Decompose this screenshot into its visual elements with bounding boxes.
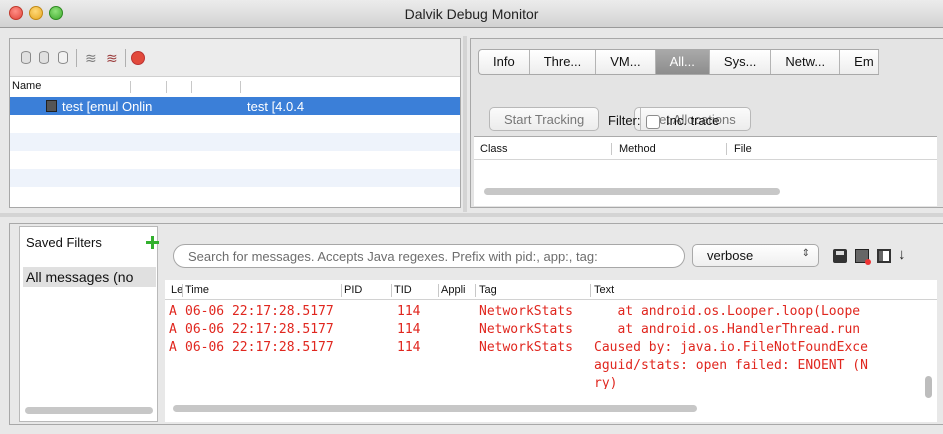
log-row[interactable]: A 06-06 22:17:28.5177 114 NetworkStats a… bbox=[165, 322, 937, 340]
device-target: test [4.0.4 bbox=[247, 99, 305, 114]
tab-info[interactable]: Info bbox=[479, 50, 530, 74]
log-time: 06-06 22:17:28.5177 bbox=[185, 322, 334, 337]
column-class[interactable]: Class bbox=[480, 143, 508, 158]
add-filter-icon[interactable] bbox=[146, 236, 159, 249]
column-divider bbox=[438, 284, 439, 297]
log-level: A bbox=[169, 322, 177, 337]
start-tracking-button[interactable]: Start Tracking bbox=[489, 107, 600, 131]
column-divider bbox=[726, 143, 727, 155]
log-pid: 114 bbox=[397, 340, 421, 355]
column-divider bbox=[590, 284, 591, 297]
device-row[interactable]: test [emul Onlin test [4.0.4 bbox=[10, 97, 460, 115]
toolbar-divider bbox=[125, 49, 126, 67]
column-tid[interactable]: TID bbox=[394, 284, 412, 296]
database-gc-icon[interactable] bbox=[58, 51, 68, 64]
filter-divider bbox=[640, 108, 641, 130]
horizontal-scrollbar[interactable] bbox=[173, 405, 697, 412]
column-file[interactable]: File bbox=[734, 143, 752, 158]
vertical-scrollbar[interactable] bbox=[925, 376, 932, 398]
horizontal-splitter[interactable] bbox=[0, 213, 943, 217]
tab-bar: Info Thre... VM... All... Sys... Netw...… bbox=[478, 49, 879, 75]
saved-filters-title: Saved Filters bbox=[26, 235, 102, 250]
log-level-select[interactable]: verbose ⇕ bbox=[692, 244, 819, 267]
column-application[interactable]: Appli bbox=[441, 284, 465, 296]
emulator-icon bbox=[46, 100, 57, 112]
filter-label: Filter: bbox=[608, 113, 641, 128]
log-row[interactable]: A 06-06 22:17:28.5177 114 NetworkStats C… bbox=[165, 340, 937, 358]
log-row[interactable]: A 06-06 22:17:28.5177 114 NetworkStats a… bbox=[165, 304, 937, 322]
log-tag: NetworkStats bbox=[479, 340, 573, 355]
log-text: at android.os.HandlerThread.run bbox=[594, 322, 861, 337]
log-tag: NetworkStats bbox=[479, 304, 573, 319]
column-pid[interactable]: PID bbox=[344, 284, 362, 296]
horizontal-scrollbar[interactable] bbox=[25, 407, 153, 414]
column-text[interactable]: Text bbox=[594, 284, 614, 296]
column-divider bbox=[391, 284, 392, 297]
log-text: at android.os.Looper.loop(Loope bbox=[594, 304, 861, 319]
log-text: ry) bbox=[594, 376, 618, 389]
log-level: A bbox=[169, 304, 177, 319]
log-search-field[interactable] bbox=[173, 244, 685, 268]
tab-vm-heap[interactable]: VM... bbox=[596, 50, 656, 74]
filter-item[interactable]: All messages (no bbox=[23, 267, 156, 287]
log-time: 06-06 22:17:28.5177 bbox=[185, 304, 334, 319]
log-time: 06-06 22:17:28.5177 bbox=[185, 340, 334, 355]
tab-emulator[interactable]: Em bbox=[840, 50, 879, 74]
device-name: test [emul Onlin bbox=[62, 99, 153, 114]
log-search-input[interactable] bbox=[188, 248, 682, 265]
inc-trace-checkbox[interactable] bbox=[646, 115, 660, 129]
column-divider bbox=[191, 81, 192, 93]
devices-header: Name bbox=[10, 80, 460, 95]
saved-filters-panel: Saved Filters All messages (no bbox=[19, 226, 159, 422]
inc-trace-label: Inc. trace bbox=[666, 113, 720, 128]
stop-icon[interactable] bbox=[131, 51, 145, 65]
header-rule bbox=[474, 159, 937, 160]
log-level-value: verbose bbox=[707, 248, 754, 263]
tab-network[interactable]: Netw... bbox=[771, 50, 841, 74]
column-divider bbox=[182, 284, 183, 297]
log-tag: NetworkStats bbox=[479, 322, 573, 337]
log-pid: 114 bbox=[397, 304, 421, 319]
log-text: aguid/stats: open failed: ENOENT (N bbox=[594, 358, 868, 373]
column-name[interactable]: Name bbox=[12, 80, 41, 92]
log-pid: 114 bbox=[397, 322, 421, 337]
title-bar: Dalvik Debug Monitor bbox=[0, 0, 943, 28]
log-text: Caused by: java.io.FileNotFoundExce bbox=[594, 340, 868, 355]
database-icon[interactable] bbox=[21, 51, 31, 64]
empty-row bbox=[10, 169, 460, 187]
log-table: Le Time PID TID Appli Tag Text A 06-06 2… bbox=[165, 280, 937, 422]
column-divider bbox=[611, 143, 612, 155]
toggle-panel-icon[interactable] bbox=[877, 249, 891, 263]
database-update-icon[interactable] bbox=[39, 51, 49, 64]
devices-toolbar: ≋ ≋ bbox=[10, 39, 460, 77]
tab-sysinfo[interactable]: Sys... bbox=[710, 50, 772, 74]
select-arrows-icon: ⇕ bbox=[801, 248, 810, 259]
column-divider bbox=[341, 284, 342, 297]
horizontal-scrollbar[interactable] bbox=[484, 188, 780, 195]
allocation-table: Class Method File bbox=[474, 136, 937, 206]
empty-row bbox=[10, 133, 460, 151]
header-rule bbox=[165, 299, 937, 300]
log-level: A bbox=[169, 340, 177, 355]
vertical-splitter[interactable] bbox=[463, 36, 467, 212]
devices-panel: ≋ ≋ Name test [emul Onlin test [4.0.4 bbox=[9, 38, 461, 208]
clear-log-icon[interactable] bbox=[855, 249, 871, 265]
log-row[interactable]: ry) bbox=[165, 376, 937, 389]
column-divider bbox=[130, 81, 131, 93]
tab-allocation-tracker[interactable]: All... bbox=[655, 50, 710, 74]
column-divider bbox=[166, 81, 167, 93]
tab-threads[interactable]: Thre... bbox=[530, 50, 597, 74]
save-icon[interactable] bbox=[833, 249, 847, 263]
log-row[interactable]: aguid/stats: open failed: ENOENT (N bbox=[165, 358, 937, 376]
thread-update-icon[interactable]: ≋ bbox=[106, 50, 118, 67]
scroll-lock-icon[interactable]: ↓ bbox=[898, 246, 912, 263]
window-title: Dalvik Debug Monitor bbox=[404, 6, 539, 22]
column-tag[interactable]: Tag bbox=[479, 284, 497, 296]
thread-icon[interactable]: ≋ bbox=[85, 50, 97, 67]
column-divider bbox=[240, 81, 241, 93]
toolbar-divider bbox=[76, 49, 77, 67]
column-divider bbox=[475, 284, 476, 297]
column-time[interactable]: Time bbox=[185, 284, 209, 296]
column-method[interactable]: Method bbox=[619, 143, 656, 158]
